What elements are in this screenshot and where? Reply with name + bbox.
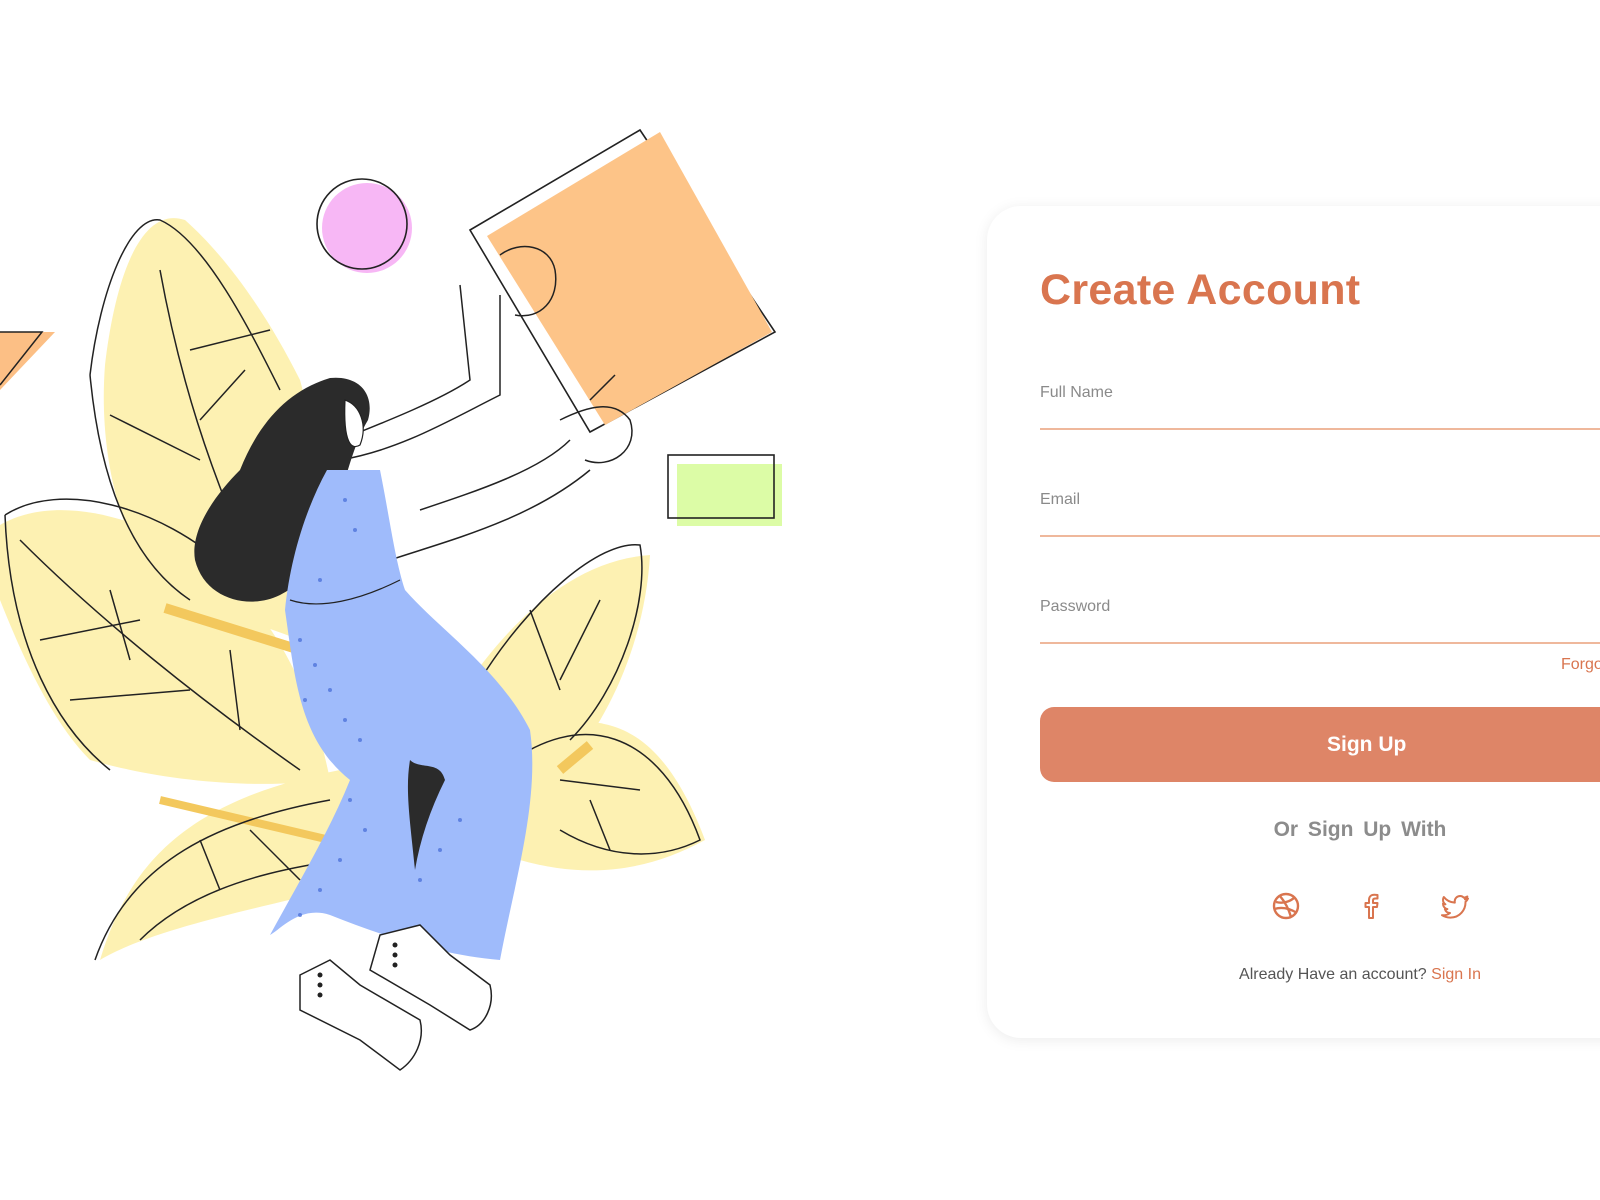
page-title: Create Account	[1040, 266, 1361, 314]
signup-page: Create Account Full Name Email Password …	[0, 0, 1600, 1200]
social-login-row	[1269, 889, 1469, 923]
password-field[interactable]: Password	[1040, 598, 1600, 658]
facebook-icon	[1364, 893, 1379, 919]
or-sign-up-with-text: Or Sign Up With	[1273, 818, 1447, 841]
email-underline	[1040, 535, 1600, 537]
woman-holding-paper-illustration	[0, 128, 782, 1071]
dribbble-icon	[1272, 892, 1300, 920]
signup-card: Create Account Full Name Email Password …	[987, 206, 1600, 1038]
already-have-account-text: Already Have an account? Sign In	[1040, 966, 1600, 984]
password-input[interactable]	[1040, 618, 1600, 640]
full-name-input[interactable]	[1040, 404, 1600, 426]
email-field[interactable]: Email	[1040, 491, 1600, 551]
account-prompt: Already Have an account?	[1239, 966, 1427, 983]
forgot-password-link[interactable]: Forgo	[1561, 656, 1600, 674]
email-label: Email	[1040, 491, 1081, 508]
password-label: Password	[1040, 598, 1111, 615]
sign-up-button[interactable]: Sign Up	[1040, 707, 1600, 782]
full-name-field[interactable]: Full Name	[1040, 384, 1600, 444]
facebook-button[interactable]	[1354, 889, 1388, 923]
twitter-icon	[1441, 895, 1469, 919]
email-input[interactable]	[1040, 511, 1600, 533]
twitter-button[interactable]	[1439, 889, 1473, 923]
full-name-label: Full Name	[1040, 384, 1113, 401]
sign-in-link[interactable]: Sign In	[1431, 966, 1481, 983]
password-underline	[1040, 642, 1600, 644]
dribbble-button[interactable]	[1269, 889, 1303, 923]
sign-up-button-label: Sign Up	[1327, 733, 1407, 756]
full-name-underline	[1040, 428, 1600, 430]
